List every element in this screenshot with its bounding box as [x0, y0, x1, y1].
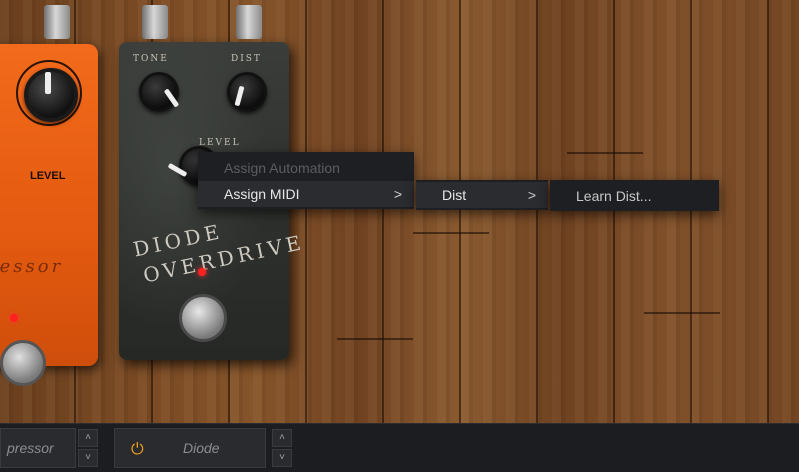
submenu-assign-midi: Dist >	[416, 180, 548, 210]
menu-item-label: Assign MIDI	[224, 186, 300, 202]
level-knob-pointer	[45, 72, 51, 94]
pedal-slot-name: Diode	[183, 440, 220, 456]
tone-label: TONE	[133, 54, 169, 64]
chevron-right-icon: >	[393, 186, 402, 202]
menu-item-assign-midi[interactable]: Assign MIDI >	[198, 181, 414, 207]
dist-label: DIST	[231, 54, 262, 64]
tone-knob[interactable]	[139, 72, 179, 112]
power-icon[interactable]: ⏻	[131, 441, 144, 459]
move-up-button[interactable]: ˄	[78, 429, 98, 447]
submenu-dist: Learn Dist...	[550, 180, 719, 211]
pedal-chain-bar: pressor ˄ ˅ ⏻ Diode ˄ ˅	[0, 423, 799, 472]
move-down-button[interactable]: ˅	[272, 449, 292, 467]
plank-joint	[567, 152, 643, 154]
compressor-pedal: LEVEL ressor	[0, 44, 98, 386]
pedal-slot-diode[interactable]: ⏻ Diode	[114, 428, 266, 468]
menu-item-label: Learn Dist...	[576, 188, 652, 204]
plank-joint	[337, 338, 413, 340]
dist-knob[interactable]	[227, 72, 267, 112]
pedal-slot-name: pressor	[7, 440, 54, 456]
pedal-name: ressor	[0, 256, 64, 277]
pedal-slot-compressor[interactable]: pressor	[0, 428, 76, 468]
plank-joint	[644, 312, 720, 314]
footswitch[interactable]	[179, 294, 227, 342]
menu-item-assign-automation: Assign Automation	[198, 155, 414, 181]
footswitch[interactable]	[0, 340, 46, 386]
cable-jack	[236, 5, 262, 39]
menu-item-label: Dist	[442, 187, 467, 203]
status-led	[10, 314, 18, 322]
menu-item-label: Assign Automation	[224, 160, 340, 176]
menu-item-dist[interactable]: Dist >	[416, 182, 548, 208]
plank-joint	[413, 232, 489, 234]
cable-jack	[142, 5, 168, 39]
menu-item-learn-dist[interactable]: Learn Dist...	[550, 183, 719, 209]
level-label: LEVEL	[30, 170, 66, 182]
context-menu: Assign Automation Assign MIDI >	[198, 152, 414, 209]
chevron-right-icon: >	[527, 187, 536, 203]
move-down-button[interactable]: ˅	[78, 449, 98, 467]
move-up-button[interactable]: ˄	[272, 429, 292, 447]
app-stage: LEVEL ressor TONE DIST LEVEL DIODE OVERD…	[0, 0, 799, 472]
cable-jack	[44, 5, 70, 39]
status-led	[198, 268, 206, 276]
level-knob[interactable]	[24, 68, 78, 122]
